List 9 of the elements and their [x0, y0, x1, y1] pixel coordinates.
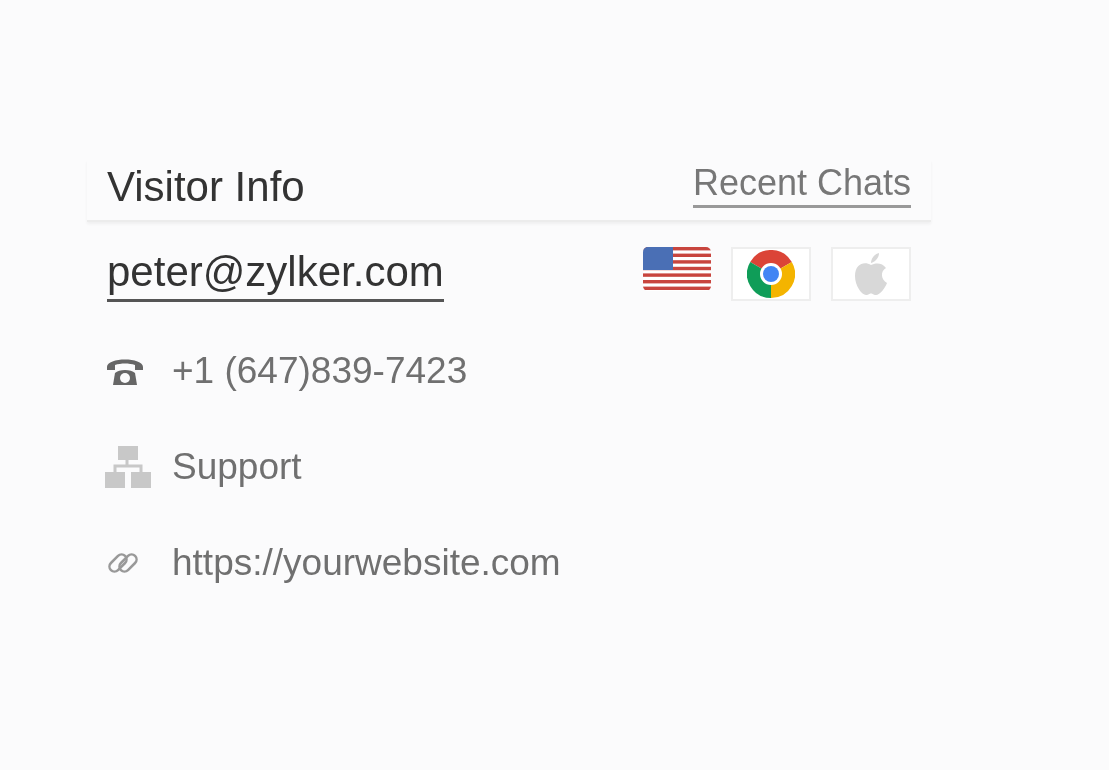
- recent-chats-tab[interactable]: Recent Chats: [692, 160, 911, 208]
- browser-icon: [747, 249, 795, 298]
- org-chart-icon: [105, 445, 151, 488]
- flag-icon: [643, 246, 711, 291]
- department-name: Support: [172, 444, 302, 489]
- email-link[interactable]: peter@zylker.com: [107, 246, 444, 302]
- phone-number: +1 (647)839-7423: [172, 348, 468, 393]
- panel-title: Visitor Info: [107, 166, 305, 208]
- website-url[interactable]: https://yourwebsite.com: [172, 540, 561, 587]
